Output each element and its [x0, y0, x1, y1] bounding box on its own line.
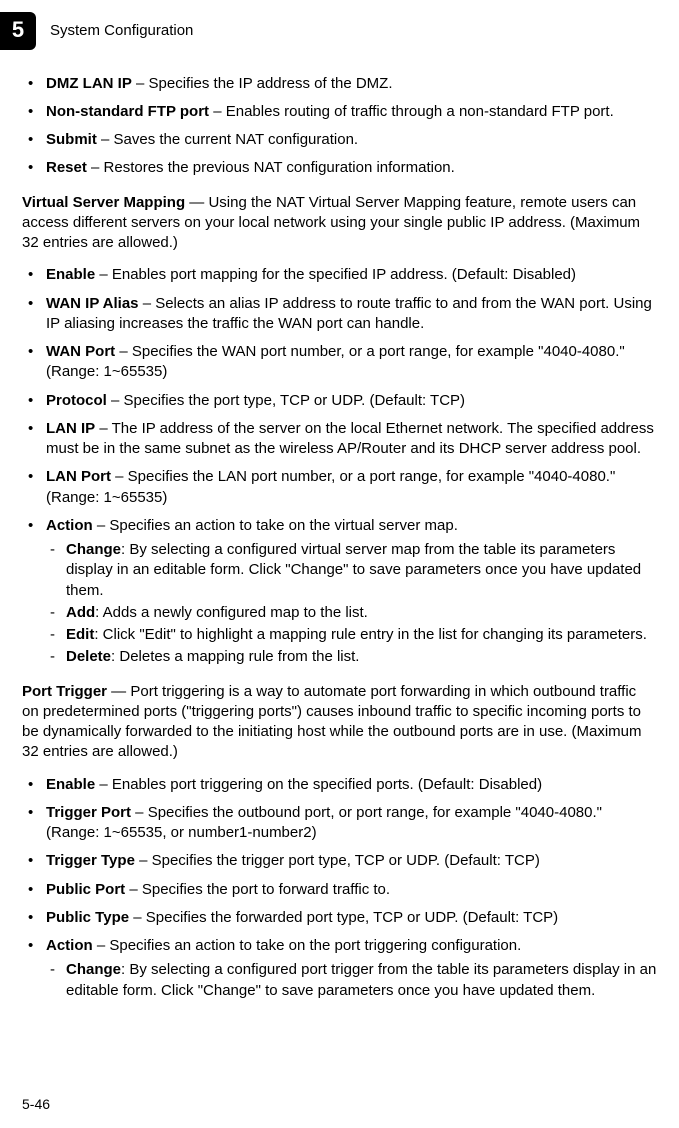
virtual-server-mapping-heading: Virtual Server Mapping — Using the NAT V… — [22, 193, 657, 254]
term-text: – Enables routing of traffic through a n… — [209, 103, 614, 120]
section-label: Port Trigger — [22, 683, 107, 700]
list-item: Delete: Deletes a mapping rule from the … — [46, 647, 657, 667]
term-label: LAN Port — [46, 468, 111, 485]
section-text: — Port triggering is a way to automate p… — [22, 683, 642, 761]
list-item: Enable – Enables port triggering on the … — [22, 775, 657, 795]
term-text: – Specifies the port type, TCP or UDP. (… — [107, 392, 465, 409]
pt-list: Enable – Enables port triggering on the … — [22, 775, 657, 1001]
section-label: Virtual Server Mapping — [22, 194, 185, 211]
term-text: – Specifies the forwarded port type, TCP… — [129, 909, 558, 926]
page-content: DMZ LAN IP – Specifies the IP address of… — [0, 74, 679, 1001]
list-item: Non-standard FTP port – Enables routing … — [22, 102, 657, 122]
term-label: Non-standard FTP port — [46, 103, 209, 120]
term-label: Submit — [46, 131, 97, 148]
pt-action-sublist: Change: By selecting a configured port t… — [46, 960, 657, 1001]
term-text: : By selecting a configured port trigger… — [66, 961, 656, 998]
list-item: Public Port – Specifies the port to forw… — [22, 880, 657, 900]
term-text: : By selecting a configured virtual serv… — [66, 541, 641, 599]
term-text: – Specifies the trigger port type, TCP o… — [135, 852, 540, 869]
list-item: Add: Adds a newly configured map to the … — [46, 603, 657, 623]
term-text: – Saves the current NAT configuration. — [97, 131, 358, 148]
list-item: DMZ LAN IP – Specifies the IP address of… — [22, 74, 657, 94]
term-text: : Adds a newly configured map to the lis… — [95, 604, 368, 621]
list-item: Trigger Type – Specifies the trigger por… — [22, 851, 657, 871]
term-label: Reset — [46, 159, 87, 176]
chapter-number-tab: 5 — [0, 12, 36, 50]
list-item: Edit: Click "Edit" to highlight a mappin… — [46, 625, 657, 645]
term-text: – Specifies the LAN port number, or a po… — [46, 468, 615, 505]
term-label: Edit — [66, 626, 94, 643]
list-item: Action – Specifies an action to take on … — [22, 936, 657, 1001]
intro-list: DMZ LAN IP – Specifies the IP address of… — [22, 74, 657, 179]
vsm-list: Enable – Enables port mapping for the sp… — [22, 265, 657, 667]
term-label: WAN IP Alias — [46, 295, 139, 312]
term-label: Add — [66, 604, 95, 621]
term-label: LAN IP — [46, 420, 95, 437]
list-item: Submit – Saves the current NAT configura… — [22, 130, 657, 150]
term-text: – Specifies the IP address of the DMZ. — [132, 75, 393, 92]
term-text: – The IP address of the server on the lo… — [46, 420, 654, 457]
list-item: Change: By selecting a configured virtua… — [46, 540, 657, 601]
list-item: Protocol – Specifies the port type, TCP … — [22, 391, 657, 411]
term-label: Trigger Port — [46, 804, 131, 821]
list-item: LAN Port – Specifies the LAN port number… — [22, 467, 657, 508]
list-item: WAN Port – Specifies the WAN port number… — [22, 342, 657, 383]
term-text: – Enables port mapping for the specified… — [95, 266, 576, 283]
term-text: – Specifies the WAN port number, or a po… — [46, 343, 625, 380]
term-text: – Specifies an action to take on the vir… — [93, 517, 458, 534]
term-label: Action — [46, 517, 93, 534]
term-label: Enable — [46, 776, 95, 793]
term-label: Public Type — [46, 909, 129, 926]
term-label: Enable — [46, 266, 95, 283]
term-text: – Specifies an action to take on the por… — [93, 937, 522, 954]
list-item: LAN IP – The IP address of the server on… — [22, 419, 657, 460]
section-title: System Configuration — [50, 21, 193, 41]
term-text: – Enables port triggering on the specifi… — [95, 776, 542, 793]
list-item: WAN IP Alias – Selects an alias IP addre… — [22, 294, 657, 335]
page-header: 5 System Configuration — [0, 0, 679, 58]
list-item: Enable – Enables port mapping for the sp… — [22, 265, 657, 285]
term-label: Trigger Type — [46, 852, 135, 869]
term-label: Public Port — [46, 881, 125, 898]
term-label: WAN Port — [46, 343, 115, 360]
list-item: Public Type – Specifies the forwarded po… — [22, 908, 657, 928]
term-label: Delete — [66, 648, 111, 665]
term-label: Action — [46, 937, 93, 954]
term-text: – Specifies the port to forward traffic … — [125, 881, 390, 898]
list-item: Trigger Port – Specifies the outbound po… — [22, 803, 657, 844]
term-label: Change — [66, 961, 121, 978]
list-item: Reset – Restores the previous NAT config… — [22, 158, 657, 178]
term-text: : Click "Edit" to highlight a mapping ru… — [94, 626, 647, 643]
list-item: Change: By selecting a configured port t… — [46, 960, 657, 1001]
term-text: – Restores the previous NAT configuratio… — [87, 159, 455, 176]
page-number: 5-46 — [22, 1095, 50, 1114]
port-trigger-heading: Port Trigger — Port triggering is a way … — [22, 682, 657, 763]
list-item: Action – Specifies an action to take on … — [22, 516, 657, 668]
term-label: Change — [66, 541, 121, 558]
vsm-action-sublist: Change: By selecting a configured virtua… — [46, 540, 657, 668]
term-label: DMZ LAN IP — [46, 75, 132, 92]
term-text: : Deletes a mapping rule from the list. — [111, 648, 359, 665]
term-label: Protocol — [46, 392, 107, 409]
